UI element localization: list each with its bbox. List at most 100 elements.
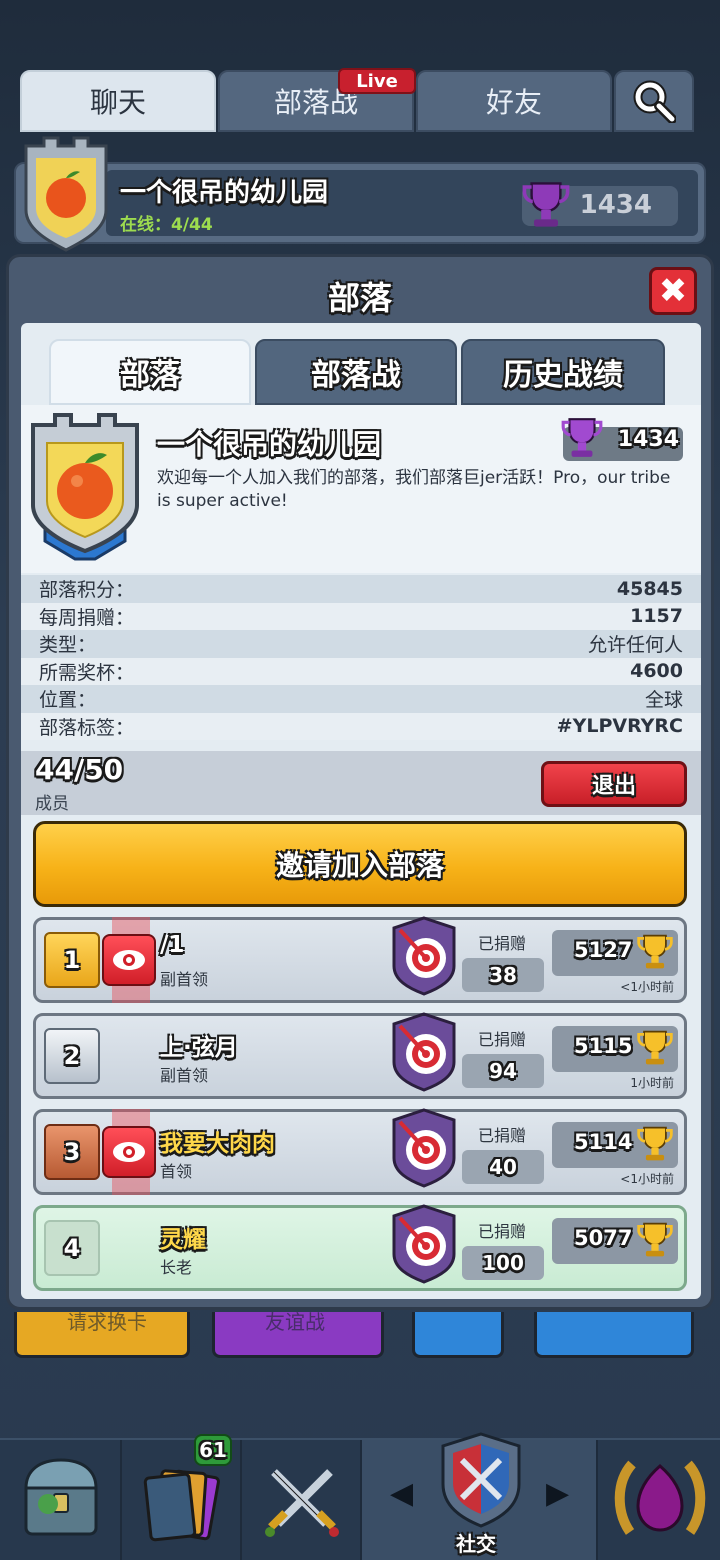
member-trophies: 5077 — [574, 1226, 633, 1250]
emote-button[interactable] — [412, 1312, 504, 1358]
member-trophies: 5114 — [574, 1130, 633, 1154]
nav-social-label: 社交 — [456, 1532, 496, 1556]
treasure-chest-icon — [24, 1458, 98, 1536]
nav-right-arrow-icon[interactable]: ▶ — [546, 1476, 569, 1511]
search-icon — [633, 80, 676, 123]
member-trophies: 5127 — [574, 938, 633, 962]
message-button[interactable] — [534, 1312, 694, 1358]
trophy-icon — [637, 1030, 673, 1065]
stat-row: 所需奖杯： 4600 — [21, 657, 701, 685]
last-seen: 1小时前 — [630, 1076, 674, 1090]
stat-label: 类型： — [39, 634, 97, 657]
member-row[interactable]: 1 /1 副首领 已捐赠 38 5127 <1小时前 — [33, 916, 687, 1003]
tab-friends[interactable]: 好友 — [416, 70, 612, 132]
friendly-battle-button[interactable]: 友谊战 — [212, 1310, 384, 1358]
subtab-clan-war-label: 部落战 — [311, 358, 401, 393]
target-badge-icon — [392, 1204, 456, 1284]
clan-trophy-value: 1434 — [617, 427, 679, 452]
cards-count-badge: 61 — [194, 1434, 232, 1466]
clan-description: 欢迎每一个人加入我们的部落，我们部落巨jer活跃！Pro，our tribe i… — [157, 468, 671, 511]
modal-title: 部落 — [327, 279, 392, 317]
crossed-swords-icon — [265, 1469, 339, 1537]
member-name: 上·弦月 — [160, 1035, 238, 1061]
clan-stats: 部落积分： 45845 每周捐赠： 1157 类型： 允许任何人 所需奖杯： 4600 … — [21, 575, 701, 740]
invite-button[interactable]: 邀请加入部落 — [33, 821, 687, 907]
stat-row: 部落积分： 45845 — [21, 575, 701, 603]
subtab-history[interactable]: 历史战绩 — [461, 339, 665, 405]
bg-trophy-value: 1434 — [579, 190, 652, 220]
member-role: 首领 — [160, 1162, 193, 1181]
close-icon: ✖ — [658, 271, 688, 311]
nav-battle[interactable] — [242, 1440, 362, 1560]
member-name: 我要大肉肉 — [160, 1131, 275, 1157]
bg-clan-name: 一个很吊的幼儿园 — [120, 178, 329, 208]
bottom-nav: ◀ ▶ — [0, 1432, 720, 1560]
nav-left-arrow-icon[interactable]: ◀ — [390, 1476, 413, 1511]
member-role: 副首领 — [160, 970, 209, 989]
background-clan-banner[interactable]: 一个很吊的幼儿园 在线：4/44 1434 — [14, 136, 706, 252]
target-badge-icon — [392, 1108, 456, 1188]
clan-info: 一个很吊的幼儿园 1434 欢迎每一个人加入我们的部落，我们部落巨jer活跃！P… — [21, 405, 701, 573]
subtab-clan[interactable]: 部落 — [49, 339, 251, 405]
stat-value: 4600 — [630, 660, 683, 683]
tab-clan-war[interactable]: 部落战 Live — [218, 68, 416, 132]
stat-value: #YLPVRYRC — [556, 715, 683, 738]
stat-label: 部落标签： — [39, 716, 135, 739]
member-role: 副首领 — [160, 1066, 209, 1085]
nav-events[interactable] — [598, 1440, 720, 1560]
donated-value: 40 — [462, 1150, 544, 1184]
nav-shop[interactable] — [0, 1440, 122, 1560]
stat-value: 45845 — [616, 577, 683, 600]
member-row[interactable]: 4 灵耀 长老 已捐赠 100 5077 — [33, 1204, 687, 1291]
member-rank: 3 — [44, 1124, 100, 1180]
leave-label: 退出 — [591, 774, 636, 799]
cards-icon — [143, 1469, 220, 1542]
clan-shield-icon — [441, 1432, 521, 1528]
member-rank: 1 — [44, 932, 100, 988]
laurel-gem-icon — [614, 1460, 706, 1535]
live-badge: Live — [338, 68, 416, 94]
member-name: 灵耀 — [160, 1227, 206, 1253]
member-row[interactable]: 3 我要大肉肉 首领 已捐赠 40 5114 <1小时前 — [33, 1108, 687, 1195]
member-name: /1 — [160, 932, 185, 958]
member-label: 成员 — [35, 794, 69, 814]
spectate-button[interactable] — [102, 934, 156, 986]
clan-info-modal: 部落 ✖ 部落 部落战 历史战绩 一个很吊的幼儿园 1434 欢迎每一个人加入我… — [6, 254, 714, 1310]
trophy-icon — [637, 1222, 673, 1257]
member-role: 长老 — [160, 1258, 193, 1277]
member-rank: 4 — [44, 1220, 100, 1276]
last-seen: <1小时前 — [620, 1172, 674, 1186]
search-button[interactable] — [614, 70, 694, 132]
donated-label: 已捐赠 — [478, 1222, 527, 1241]
clan-badge-icon — [31, 413, 139, 561]
eye-icon — [113, 1142, 145, 1162]
bg-trophy-icon — [522, 182, 570, 227]
leave-button[interactable]: 退出 — [541, 761, 687, 807]
eye-icon — [113, 950, 145, 970]
clan-panel: 部落 部落战 历史战绩 一个很吊的幼儿园 1434 欢迎每一个人加入我们的部落，… — [21, 323, 701, 1299]
request-cards-button[interactable]: 请求换卡 — [14, 1310, 190, 1358]
close-button[interactable]: ✖ — [649, 267, 697, 315]
donated-value: 100 — [462, 1246, 544, 1280]
stat-row: 每周捐赠： 1157 — [21, 602, 701, 630]
stat-label: 部落积分： — [39, 579, 135, 602]
member-row[interactable]: 2 上·弦月 副首领 已捐赠 94 5115 1小时前 — [33, 1012, 687, 1099]
target-badge-icon — [392, 1012, 456, 1092]
trophy-icon — [637, 1126, 673, 1161]
bg-clan-badge-icon — [24, 136, 108, 252]
donated-label: 已捐赠 — [478, 1126, 527, 1145]
subtab-clan-war[interactable]: 部落战 — [255, 339, 457, 405]
member-trophies: 5115 — [574, 1034, 633, 1058]
clan-trophy-icon — [561, 418, 603, 457]
stat-label: 每周捐赠： — [39, 606, 135, 629]
top-tabs: 聊天 部落战 Live 好友 — [20, 68, 700, 132]
donated-value: 94 — [462, 1054, 544, 1088]
target-badge-icon — [392, 916, 456, 996]
spectate-button[interactable] — [102, 1126, 156, 1178]
last-seen: <1小时前 — [620, 980, 674, 994]
stat-value: 1157 — [630, 605, 683, 628]
tab-chat[interactable]: 聊天 — [20, 70, 216, 132]
friendly-battle-label: 友谊战 — [265, 1310, 325, 1334]
stat-value: 允许任何人 — [587, 634, 683, 657]
member-count: 44/50 — [35, 753, 124, 786]
